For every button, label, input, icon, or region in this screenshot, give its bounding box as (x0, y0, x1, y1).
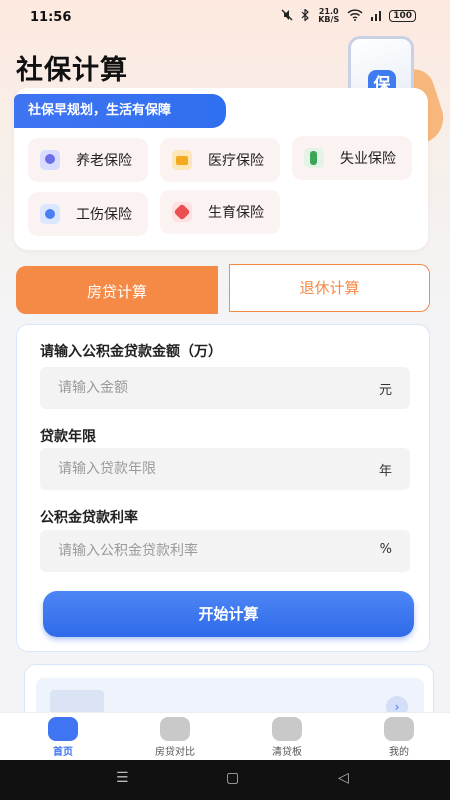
years-field: 年 (40, 448, 410, 490)
nav-item-board[interactable]: 清贷板 (242, 713, 332, 761)
insurance-item-unemployment[interactable]: 失业保险 (292, 136, 412, 180)
profile-icon (384, 717, 414, 741)
compare-icon (160, 717, 190, 741)
tab-retirement-calc[interactable]: 退休计算 (229, 264, 430, 312)
status-bar: 11:56 21.0 KB/S 100 (0, 0, 450, 34)
insurance-item-label: 失业保险 (340, 151, 396, 167)
medical-icon (172, 150, 192, 170)
nav-item-profile[interactable]: 我的 (354, 713, 444, 761)
insurance-item-label: 生育保险 (208, 205, 264, 221)
insurance-item-injury[interactable]: 工伤保险 (28, 192, 148, 236)
insurance-item-label: 医疗保险 (208, 153, 264, 169)
battery-indicator: 100 (389, 10, 416, 22)
back-icon[interactable]: ◁ (338, 770, 349, 786)
years-input[interactable] (58, 448, 358, 490)
rate-label: 公积金贷款利率 (40, 510, 138, 526)
nav-item-home[interactable]: 首页 (18, 713, 108, 761)
nav-label: 首页 (53, 747, 73, 758)
rate-input[interactable] (58, 530, 358, 572)
status-time: 11:56 (30, 10, 72, 25)
start-calculation-button[interactable]: 开始计算 (43, 591, 414, 637)
insurance-item-medical[interactable]: 医疗保险 (160, 138, 280, 182)
home-icon (48, 717, 78, 741)
amount-input[interactable] (58, 367, 358, 409)
system-nav-bar: ☰ ▢ ◁ (0, 760, 450, 800)
maternity-icon (172, 202, 192, 222)
nav-item-compare[interactable]: 房贷对比 (130, 713, 220, 761)
wifi-icon (347, 8, 363, 24)
signal-icon (371, 9, 382, 24)
amount-label: 请输入公积金贷款金额（万） (40, 344, 222, 360)
amount-field: 元 (40, 367, 410, 409)
nav-label: 房贷对比 (155, 747, 195, 758)
home-square-icon[interactable]: ▢ (226, 770, 239, 786)
tab-mortgage-calc[interactable]: 房贷计算 (16, 266, 218, 314)
years-label: 贷款年限 (40, 429, 96, 445)
page-title: 社保计算 (16, 55, 128, 86)
nav-label: 我的 (389, 747, 409, 758)
insurance-item-label: 工伤保险 (76, 207, 132, 223)
money-bag-icon (272, 717, 302, 741)
net-speed: 21.0 KB/S (318, 7, 340, 24)
years-unit: 年 (378, 464, 392, 479)
injury-icon (40, 204, 60, 224)
status-icons: 21.0 KB/S 100 (281, 8, 416, 24)
bluetooth-icon (301, 7, 310, 24)
insurance-item-label: 养老保险 (76, 153, 132, 169)
nav-label: 清贷板 (272, 747, 302, 758)
insurance-item-pension[interactable]: 养老保险 (28, 138, 148, 182)
mute-icon (281, 9, 293, 24)
amount-unit: 元 (378, 383, 392, 398)
pension-icon (40, 150, 60, 170)
rate-field: % (40, 530, 410, 572)
insurance-item-maternity[interactable]: 生育保险 (160, 190, 280, 234)
insurance-banner: 社保早规划，生活有保障 (14, 94, 226, 128)
bottom-nav: 首页 房贷对比 清贷板 我的 (0, 712, 450, 760)
unemployment-icon (304, 148, 324, 168)
rate-unit: % (379, 542, 392, 557)
menu-icon[interactable]: ☰ (116, 770, 129, 786)
